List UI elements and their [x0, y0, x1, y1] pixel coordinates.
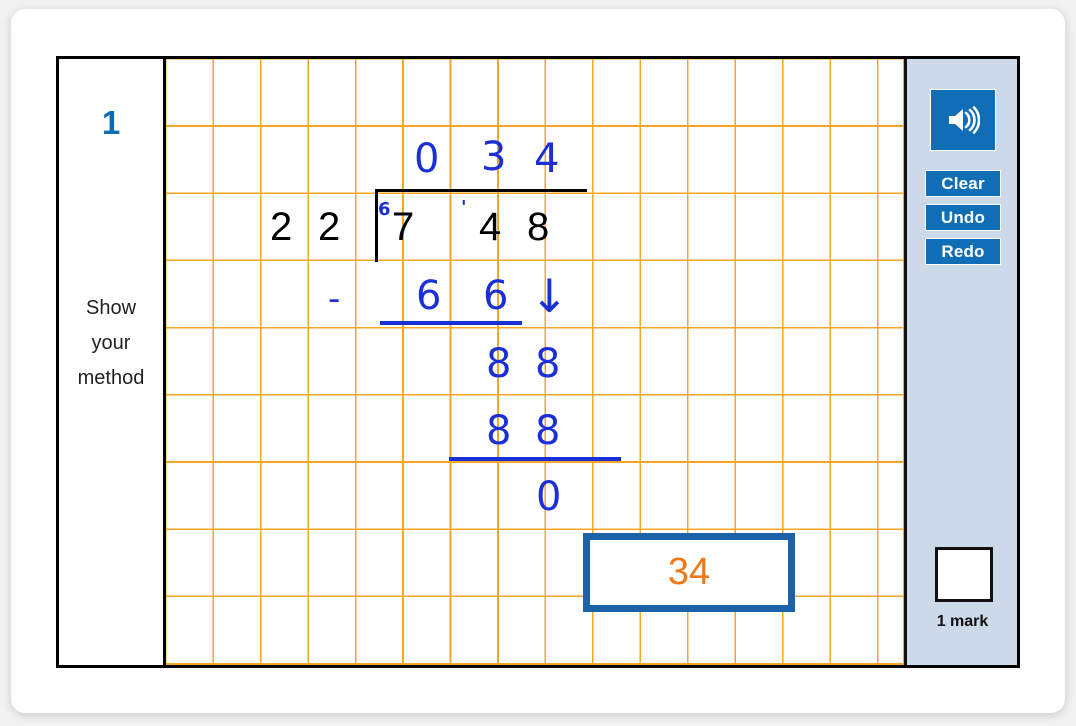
answer-input-box[interactable]: 34	[583, 533, 795, 612]
answer-value: 34	[667, 551, 711, 593]
question-number: 1	[101, 104, 121, 141]
question-frame: 1 Show your method 0 3 4 2 2 6 ' 7 4 8 -…	[56, 56, 1020, 668]
mark-box	[935, 547, 993, 602]
speaker-icon	[949, 106, 980, 134]
question-label-column: 1 Show your method	[59, 59, 166, 665]
sound-button[interactable]	[930, 89, 996, 151]
mark-label: 1 mark	[936, 613, 989, 630]
clear-button[interactable]: Clear	[925, 170, 1001, 197]
tool-sidebar: Clear Undo Redo 1 mark	[904, 59, 1017, 665]
show-your-method-label: Show your method	[77, 297, 145, 389]
redo-button[interactable]: Redo	[925, 238, 1001, 265]
worksheet-card: 1 Show your method 0 3 4 2 2 6 ' 7 4 8 -…	[11, 9, 1065, 713]
undo-button[interactable]: Undo	[925, 204, 1001, 231]
